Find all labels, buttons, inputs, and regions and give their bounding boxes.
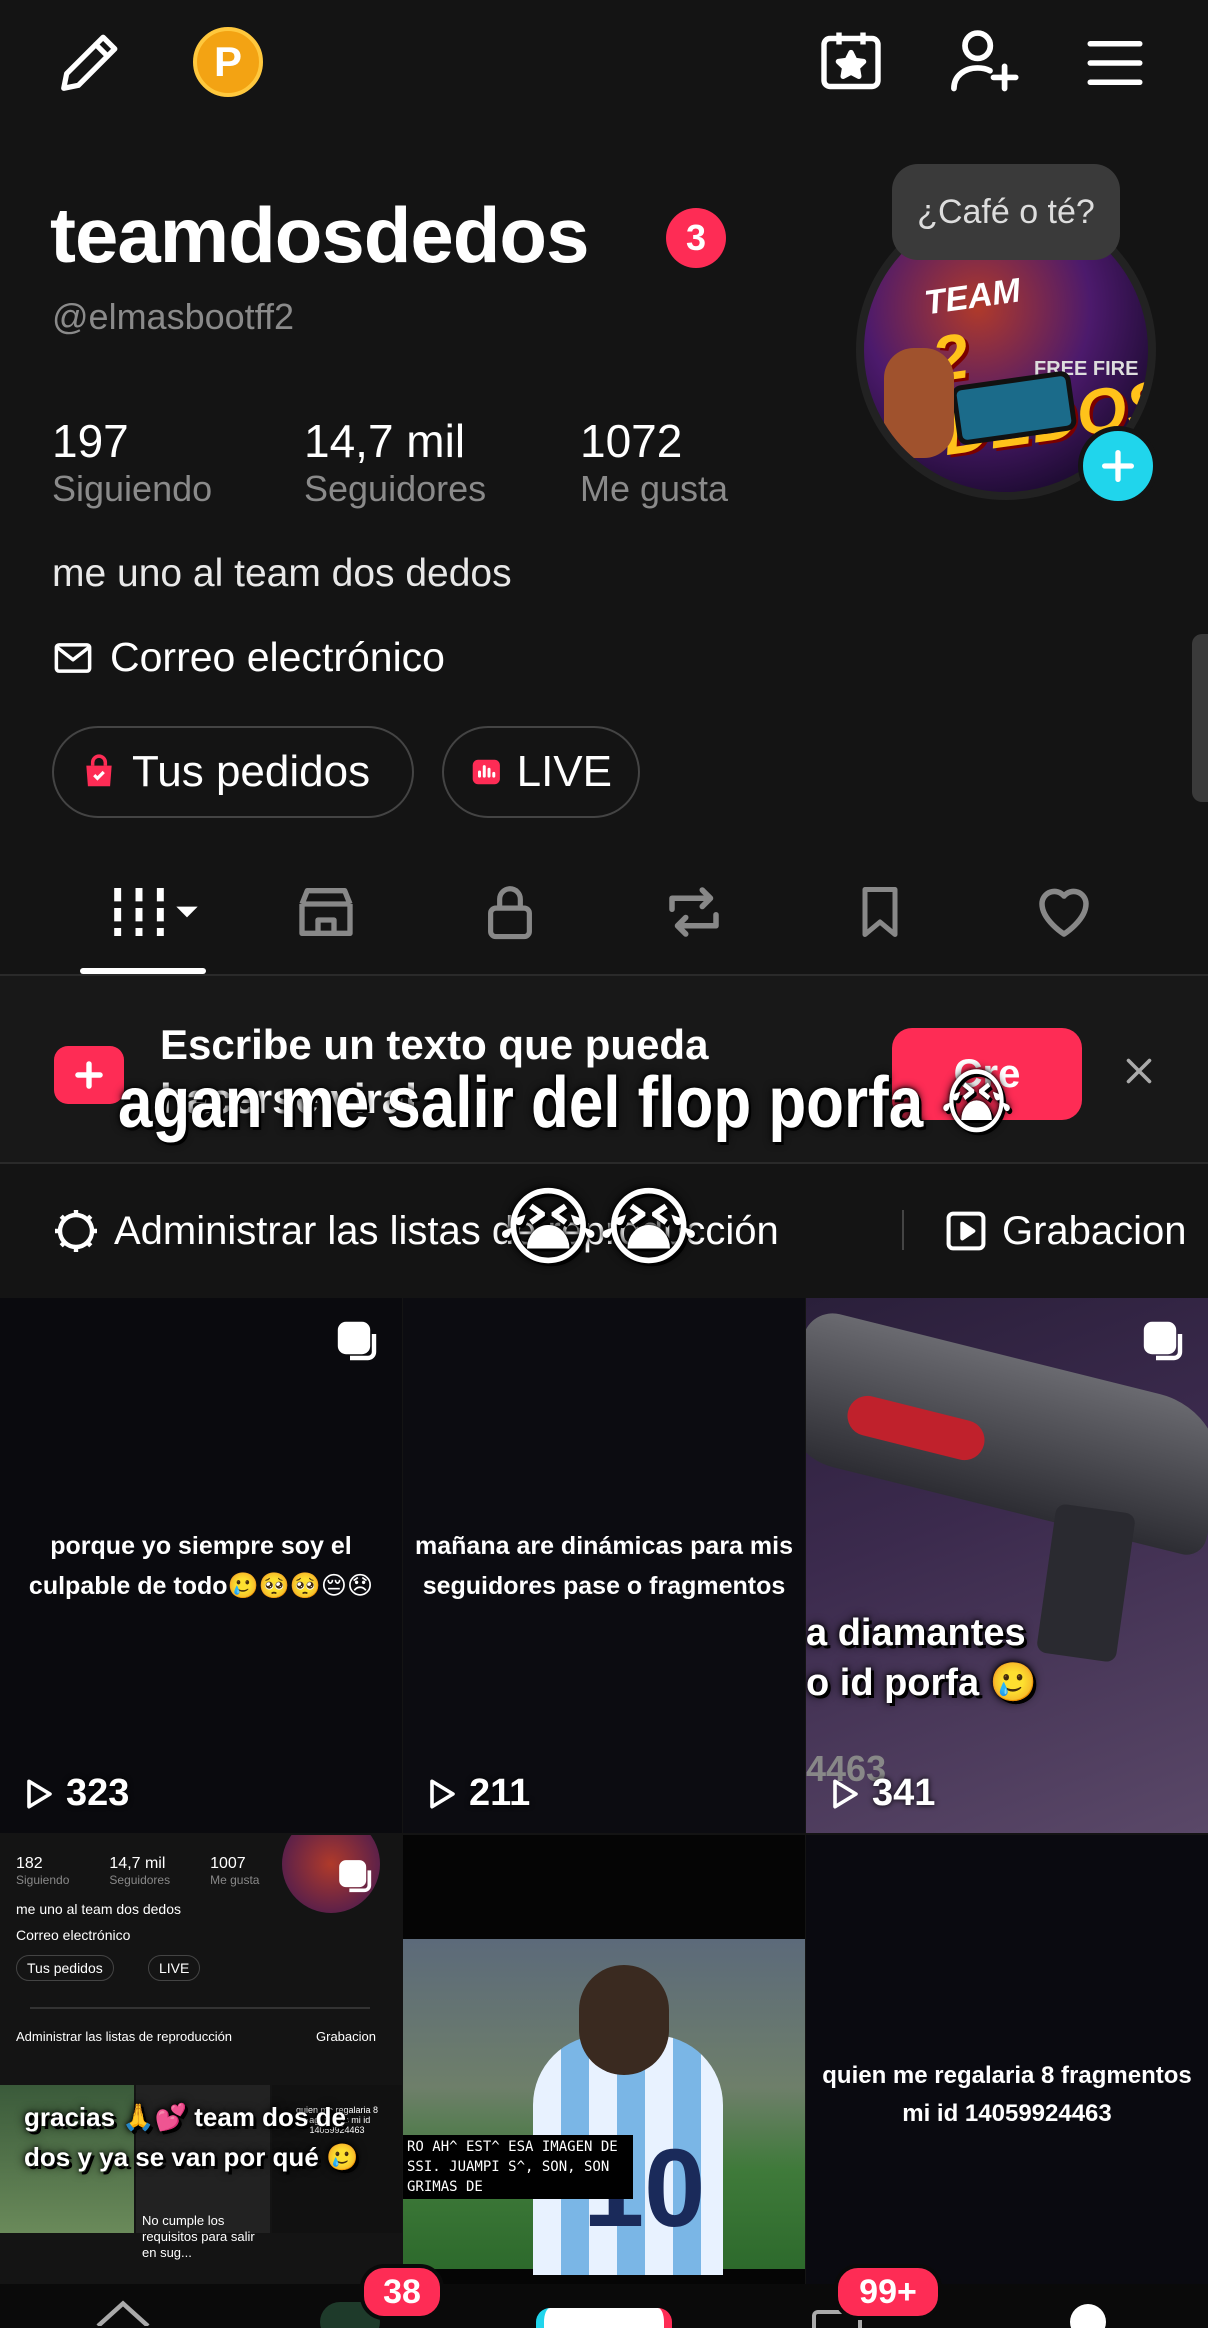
stat-value: 1072 (580, 415, 683, 467)
mail-icon (54, 642, 92, 673)
orders-button[interactable]: Tus pedidos (52, 726, 414, 818)
live-label: LIVE (516, 747, 612, 796)
video-caption: RO AH^ EST^ ESA IMAGEN DE SSI. JUAMPI S^… (403, 2135, 633, 2199)
video-thumbnail[interactable]: a diamantes o id porfa 🥲 4463 341 (806, 1298, 1208, 1833)
recordings-button[interactable]: Grabacion (944, 1209, 1187, 1254)
multi-clip-icon (1143, 1321, 1183, 1361)
stat-label: Siguiendo (52, 468, 213, 509)
grid-bars-icon (114, 888, 198, 936)
gear-icon (55, 1210, 97, 1252)
play-icon (27, 1778, 52, 1809)
view-count: 341 (826, 1772, 935, 1815)
email-label: Correo electrónico (110, 634, 445, 680)
user-handle: @elmasbootff2 (52, 296, 295, 337)
stat-value: 14,7 mil (304, 415, 466, 467)
avatar-hand-image (884, 348, 954, 458)
add-story-button[interactable] (1078, 426, 1158, 506)
bio: me uno al team dos dedos (52, 552, 512, 595)
home-icon[interactable] (88, 2294, 158, 2328)
coin-icon[interactable]: P (190, 24, 266, 100)
mini-stats: 182 Siguiendo 14,7 mil Seguidores 1007 Me g… (16, 1855, 260, 1887)
player-head (579, 1965, 669, 2075)
mini-recordings: Grabacion (316, 2029, 376, 2044)
heart-icon (1039, 888, 1089, 937)
video-thumbnail[interactable]: 182 Siguiendo 14,7 mil Seguidores 1007 Me g… (0, 1835, 402, 2328)
side-scroll-handle[interactable] (1192, 634, 1208, 802)
video-caption: a diamantes o id porfa 🥲 (806, 1612, 1037, 1704)
mini-email: Correo electrónico (16, 1927, 131, 1943)
video-caption: gracias 🙏💕 team dos de dos y ya se van p… (24, 2102, 359, 2172)
repost-icon (669, 887, 719, 937)
close-icon[interactable] (1112, 1044, 1166, 1098)
edit-pencil-icon[interactable] (52, 24, 128, 100)
mini-live: LIVE (148, 1955, 201, 1981)
tab-shop[interactable] (286, 872, 366, 952)
play-icon (833, 1778, 858, 1809)
create-post-button[interactable] (536, 2308, 672, 2328)
calendar-star-icon[interactable] (810, 20, 892, 102)
stat-label: Me gusta (580, 468, 729, 509)
shopping-bag-icon (86, 754, 112, 787)
tab-liked[interactable] (1024, 872, 1104, 952)
multi-clip-icon (339, 1860, 372, 1893)
coin-letter: P (193, 27, 263, 97)
notification-badge[interactable]: 3 (666, 208, 726, 268)
mini-note: No cumple los requisitos para salir en s… (142, 2213, 255, 2260)
playlist-divider (902, 1210, 904, 1250)
tab-saved[interactable] (840, 872, 920, 952)
play-icon (430, 1778, 455, 1809)
tab-videos[interactable] (100, 872, 210, 952)
stat-label: Seguidores (304, 468, 487, 509)
stat-likes[interactable]: 1072 Me gusta (580, 414, 728, 510)
bottom-navigation (0, 2284, 1208, 2328)
video-thumbnail[interactable]: mañana are dinámicas para mis seguidores… (403, 1298, 805, 1833)
view-count: 211 (423, 1772, 530, 1815)
video-caption: porque yo siempre soy el culpable de tod… (28, 1532, 374, 1600)
menu-icon[interactable] (1074, 22, 1156, 104)
lock-icon (488, 886, 532, 940)
stat-value: 197 (52, 415, 129, 467)
bookmark-icon (862, 887, 898, 937)
username: teamdosdedos (50, 191, 589, 279)
inbox-badge: 99+ (834, 2264, 942, 2320)
add-friend-icon[interactable] (942, 18, 1026, 102)
weapon-magazine (1035, 1503, 1137, 1663)
video-thumbnail[interactable]: porque yo siempre soy el culpable de tod… (0, 1298, 402, 1833)
friends-badge: 38 (360, 2264, 444, 2320)
shop-icon (299, 888, 353, 936)
video-thumbnail[interactable]: 10 RO AH^ EST^ ESA IMAGEN DE SSI. JUAMPI… (403, 1835, 805, 2328)
profile-icon[interactable] (1070, 2304, 1106, 2328)
multi-clip-icon (337, 1321, 377, 1361)
orders-label: Tus pedidos (132, 747, 371, 796)
view-count: 323 (20, 1772, 129, 1815)
live-button[interactable]: LIVE (442, 726, 640, 818)
live-chart-icon (472, 759, 500, 785)
create-plus-icon (54, 1046, 124, 1104)
mini-orders: Tus pedidos (16, 1955, 114, 1981)
recordings-label: Grabacion (1002, 1208, 1187, 1253)
email-link[interactable]: Correo electrónico (52, 634, 445, 681)
overlay-caption-line2: 😭😭 (498, 1180, 699, 1276)
tab-reposts[interactable] (654, 872, 734, 952)
stat-followers[interactable]: 14,7 mil Seguidores (304, 414, 486, 510)
play-square-icon (946, 1211, 986, 1251)
video-thumbnail[interactable]: quien me regalaria 8 fragmentos mi id 14… (806, 1835, 1208, 2328)
stat-following[interactable]: 197 Siguiendo (52, 414, 212, 510)
video-caption: mañana are dinámicas para mis seguidores… (415, 1532, 793, 1600)
mini-bio: me uno al team dos dedos (16, 1901, 181, 1917)
tab-private[interactable] (470, 872, 550, 952)
video-caption: quien me regalaria 8 fragmentos mi id 14… (822, 2062, 1192, 2127)
overlay-caption-line1: agan me salir del flop porfa 😭 (118, 1063, 1013, 1143)
coffee-tooltip[interactable]: ¿Café o té? (892, 164, 1120, 260)
mini-tabbar (30, 2007, 370, 2009)
mini-manage: Administrar las listas de reproducción (16, 2029, 233, 2044)
